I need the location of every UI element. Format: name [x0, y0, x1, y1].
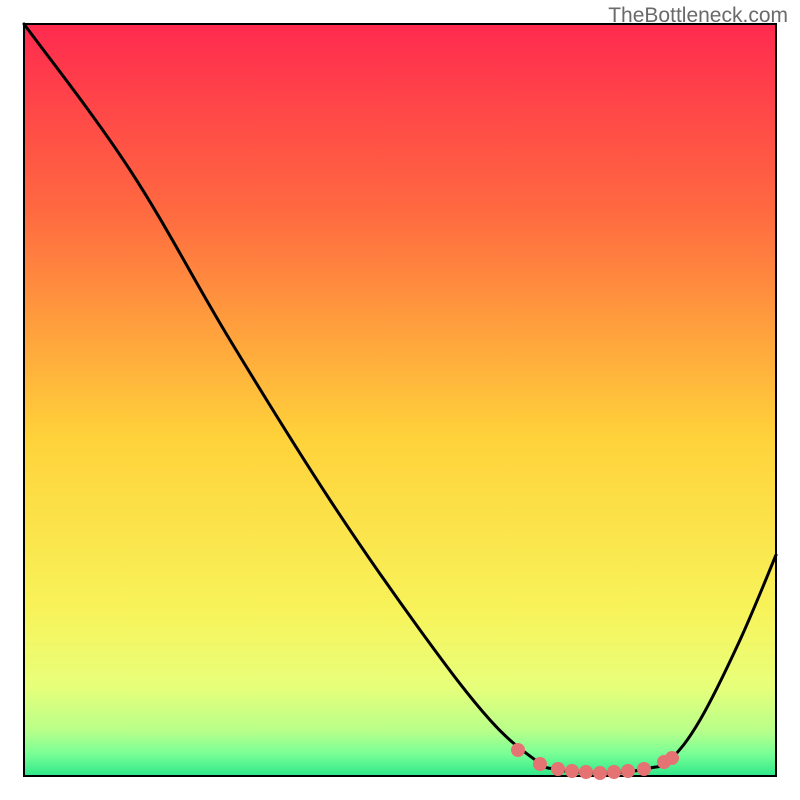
marker-dot [593, 766, 607, 780]
marker-dot [565, 764, 579, 778]
plot-background [24, 24, 776, 776]
marker-dot [579, 765, 593, 779]
chart-container [0, 0, 800, 800]
marker-dot [511, 743, 525, 757]
marker-dot [607, 765, 621, 779]
marker-dot [621, 764, 635, 778]
chart-svg [0, 0, 800, 800]
marker-dot [665, 751, 679, 765]
marker-dot [551, 762, 565, 776]
watermark-text: TheBottleneck.com [608, 4, 788, 28]
marker-dot [533, 757, 547, 771]
marker-dot [637, 762, 651, 776]
